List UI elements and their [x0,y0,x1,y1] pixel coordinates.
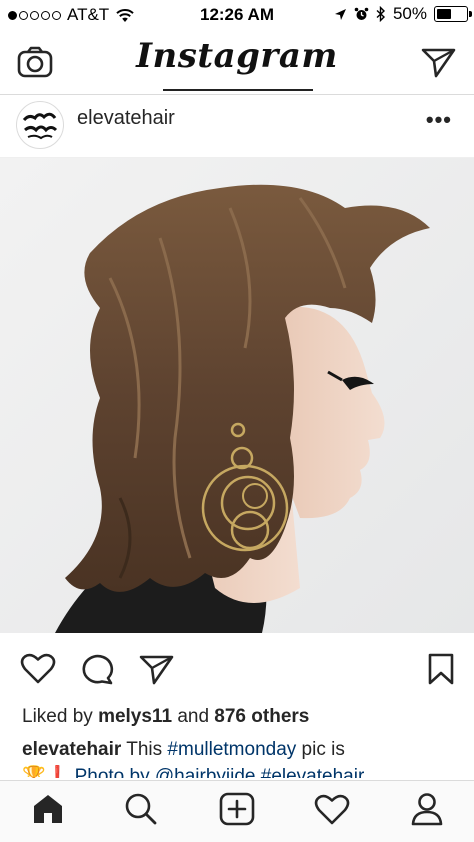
likes-count-link[interactable]: 876 others [214,706,309,727]
caption-second-line: 🏆❗ Photo by @hairbyjide #elevatehair [22,766,365,778]
caption-text-before: This [126,739,163,760]
elevate-hair-logo [18,103,62,147]
logo-underline [163,89,313,91]
bookmark-icon[interactable] [428,653,454,685]
heart-icon[interactable] [314,794,350,826]
caption-hashtag[interactable]: #mulletmonday [167,739,296,760]
share-plane-icon[interactable] [139,654,175,686]
post-header: elevatehair ••• [0,95,474,158]
add-post-icon[interactable] [219,792,255,826]
comment-bubble-icon[interactable] [80,653,114,685]
bottom-tab-bar [0,780,474,842]
post-caption: elevatehair This #mulletmonday pic is [22,739,345,761]
bluetooth-icon [376,6,385,22]
likes-prefix: Liked by [22,706,93,727]
likes-summary: Liked by melys11 and 876 others [22,706,309,728]
caption-username[interactable]: elevatehair [22,739,121,760]
more-options-icon[interactable]: ••• [426,107,452,133]
hairstyle-photo [0,158,474,633]
battery-icon [434,6,472,22]
paper-plane-icon[interactable] [421,46,457,78]
location-arrow-icon [334,8,346,20]
likes-connector: and [177,706,210,727]
status-bar: AT&T 12:26 AM 50% [0,0,474,32]
status-right: 50% [334,4,472,24]
battery-percent: 50% [392,4,427,23]
avatar[interactable] [16,101,64,149]
top-navigation-bar: Instagram [0,32,474,95]
home-icon[interactable] [31,793,65,825]
post-username[interactable]: elevatehair [77,107,175,130]
post-actions [0,633,474,699]
caption-text-after: pic is [301,739,345,760]
post-image[interactable] [0,158,474,633]
like-heart-icon[interactable] [20,653,56,685]
app-logo: Instagram [136,36,338,76]
alarm-clock-icon [354,7,369,20]
search-icon[interactable] [124,792,158,826]
profile-icon[interactable] [410,792,444,826]
liked-by-user-link[interactable]: melys11 [98,706,172,727]
